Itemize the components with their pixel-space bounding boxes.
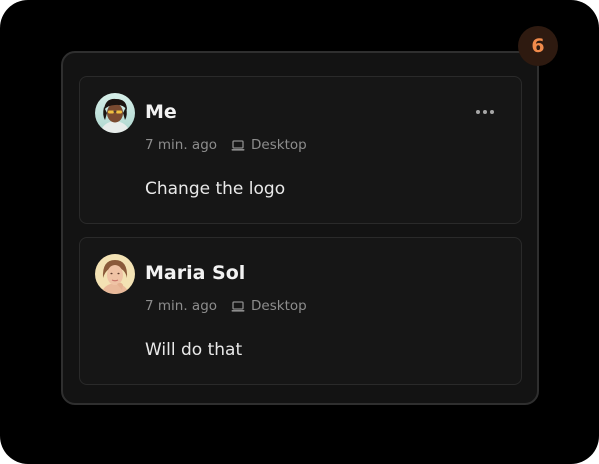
comment-meta: 7 min. ago Desktop — [145, 297, 307, 315]
avatar — [95, 254, 135, 294]
comment-card: Maria Sol 7 min. ago Desktop Will do tha… — [79, 237, 522, 385]
comment-card: Me 7 min. ago Desktop Change the logo — [79, 76, 522, 224]
more-horizontal-icon — [476, 110, 494, 114]
comment-time: 7 min. ago — [145, 137, 218, 153]
app-frame: Me 7 min. ago Desktop Change the logo Ma… — [0, 0, 599, 464]
comment-message: Change the logo — [145, 179, 286, 199]
comment-time: 7 min. ago — [145, 298, 218, 314]
comment-device: Desktop — [251, 137, 307, 153]
comment-message: Will do that — [145, 340, 243, 360]
avatar — [95, 93, 135, 133]
comments-panel: Me 7 min. ago Desktop Change the logo Ma… — [61, 51, 539, 405]
laptop-icon — [231, 300, 245, 312]
comment-author: Maria Sol — [145, 262, 246, 284]
comment-device: Desktop — [251, 298, 307, 314]
notification-count-badge[interactable]: 6 — [518, 26, 558, 66]
comment-author: Me — [145, 101, 177, 123]
more-options-button[interactable] — [470, 101, 500, 123]
laptop-icon — [231, 139, 245, 151]
comment-meta: 7 min. ago Desktop — [145, 136, 307, 154]
